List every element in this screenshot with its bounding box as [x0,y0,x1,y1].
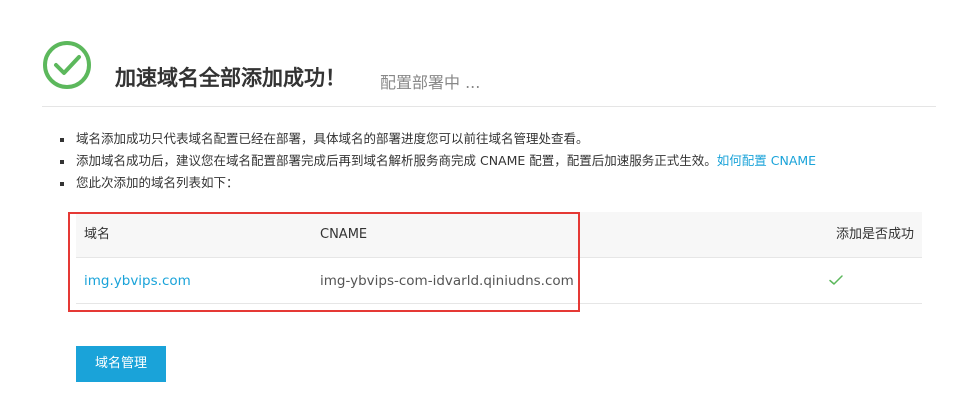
page-title: 加速域名全部添加成功！ [115,66,346,90]
note-item: 添加域名成功后，建议您在域名配置部署完成后再到域名解析服务商完成 CNAME 配… [60,150,940,172]
annotation-highlight-box [68,212,580,312]
note-item: 域名添加成功只代表域名配置已经在部署，具体域名的部署进度您可以前往域名管理处查看… [60,128,940,150]
page-header: 加速域名全部添加成功！ 配置部署中 ... [42,40,936,106]
header-divider [42,106,936,107]
deploy-status: 配置部署中 ... [380,73,481,92]
note-item: 您此次添加的域名列表如下： [60,172,940,194]
column-header-success: 添加是否成功 [835,227,914,242]
notes-list: 域名添加成功只代表域名配置已经在部署，具体域名的部署进度您可以前往域名管理处查看… [60,128,940,194]
success-check-circle-icon [43,41,91,89]
check-icon [829,275,843,285]
domain-management-button[interactable]: 域名管理 [76,346,166,382]
cname-help-link[interactable]: 如何配置 CNAME [717,153,816,168]
